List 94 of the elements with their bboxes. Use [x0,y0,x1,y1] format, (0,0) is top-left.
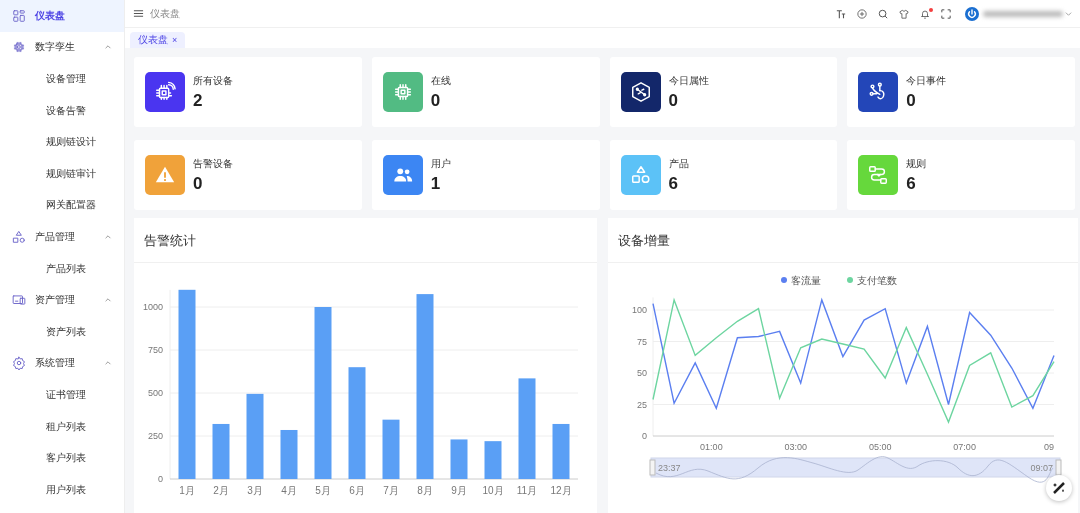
bar [450,439,468,479]
font-size-icon[interactable] [836,8,846,19]
submenu-item[interactable]: 产品列表 [0,252,124,285]
menu-icon[interactable] [133,8,144,19]
stat-label: 用户 [430,156,451,171]
axis-label: 4月 [281,485,297,496]
slider-handle[interactable] [1055,459,1062,476]
bar [212,423,230,479]
slider-start-label: 23:37 [658,463,681,473]
axis-label: 03:00 [784,442,808,452]
axis-label: 01:00 [700,442,723,452]
monitor-icon [12,293,26,308]
caret-icon[interactable] [1065,10,1072,17]
axis-label: 10月 [482,485,504,496]
stat-value: 0 [193,173,204,194]
submenu-item[interactable]: 用户列表 [0,473,124,506]
shapes-icon [12,229,26,244]
axis-label: 6月 [349,485,365,496]
bar [382,419,400,479]
submenu-item[interactable]: 设备告警 [0,94,124,127]
submenu-item[interactable]: 客户列表 [0,442,124,474]
axis-label: 50 [637,368,647,378]
axis-label: 500 [147,388,163,398]
submenu-item[interactable]: 证书管理 [0,379,124,411]
menu-item[interactable]: 系统管理 [0,347,124,380]
stat-label: 告警设备 [193,156,233,171]
plus-circle-icon[interactable] [857,8,867,19]
bar [280,430,298,479]
fullscreen-icon[interactable] [941,8,951,19]
close-icon[interactable]: × [172,35,178,45]
stat-value: 0 [906,90,917,111]
axis-label: 11月 [516,485,538,496]
axis-label: 9月 [451,485,467,496]
axis-label: 2月 [213,485,229,496]
stat-value: 1 [430,173,442,194]
chevron-icon [104,232,112,241]
submenu-item[interactable]: 规则链设计 [0,126,124,158]
zoom-slider[interactable] [650,457,1061,478]
axis-label: 1月 [179,485,195,496]
shirt-icon[interactable] [899,8,909,19]
stat-value: 6 [668,173,679,194]
axis-label: 8月 [417,485,433,496]
slider-end-label: 09:07 [1030,463,1053,473]
axis-label: 3月 [247,485,263,496]
axis-label: 07:00 [953,442,976,452]
panel-title: 设备增量 [618,232,670,250]
stat-value: 6 [906,173,917,194]
settings-icon [12,356,26,371]
bar [552,423,570,479]
dashboard-icon [12,8,26,23]
stat-value: 2 [193,90,204,111]
submenu-item[interactable]: 设备管理 [0,63,124,95]
axis-label: 1000 [142,302,163,312]
axis-label: 75 [637,336,647,347]
wand-icon [1051,480,1067,496]
submenu-item[interactable]: 资产列表 [0,315,124,348]
menu-item[interactable]: 产品管理 [0,221,124,253]
stat-label: 产品 [668,156,689,171]
slider-handle[interactable] [649,459,656,476]
bell-icon[interactable] [920,8,930,19]
bar [484,441,502,479]
menu-item[interactable]: 资产管理 [0,284,124,316]
axis-label: 750 [147,345,163,355]
stat-label: 今日事件 [906,73,947,88]
breadcrumb: 仪表盘 [150,6,181,21]
axis-label: 25 [637,399,647,410]
legend-label: 客流量 [791,275,821,286]
stat-label: 所有设备 [193,73,233,88]
submenu-item[interactable]: 规则链审计 [0,157,124,190]
stat-label: 规则 [906,156,927,171]
axis-label: 09 [1044,442,1055,452]
axis-label: 5月 [315,485,331,496]
axis-label: 0 [642,431,647,441]
axis-label: 05:00 [868,442,892,452]
axis-label: 7月 [383,485,399,496]
panel-title: 告警统计 [144,232,196,250]
submenu-item[interactable]: 网关配置器 [0,189,124,222]
stat-label: 今日属性 [668,73,709,88]
legend-item[interactable]: 支付笔数 [847,275,897,286]
legend-item[interactable]: 客流量 [781,275,821,286]
menu-item[interactable]: 仪表盘 [0,0,124,32]
menu-item[interactable]: 数字孪生 [0,31,124,64]
search-icon[interactable] [878,8,888,19]
axis-label: 0 [158,474,163,484]
stat-value: 0 [430,90,442,111]
submenu-item[interactable]: 租户列表 [0,410,124,443]
page-tab[interactable]: 仪表盘 × [130,32,186,48]
axis-label: 100 [631,305,647,315]
legend-label: 支付笔数 [857,275,897,286]
axis-label: 250 [147,431,163,441]
axis-label: 12月 [550,485,572,496]
avatar-icon[interactable] [965,6,979,21]
stat-value: 0 [668,90,679,111]
stat-label: 在线 [430,73,451,88]
